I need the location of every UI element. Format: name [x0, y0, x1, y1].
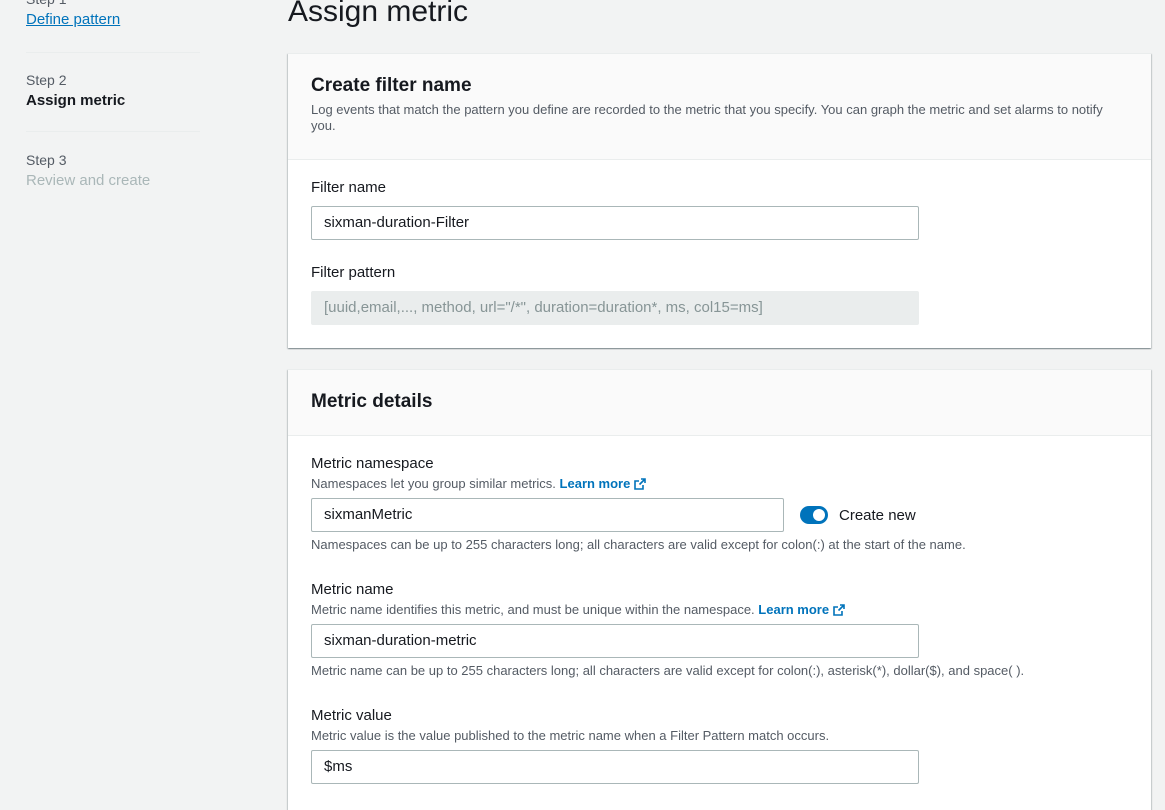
filter-name-input[interactable]: sixman-duration-Filter [311, 206, 919, 240]
namespace-input-row: sixmanMetric Create new [311, 498, 966, 532]
toggle-switch[interactable] [800, 506, 828, 524]
step-3: Step 3 Review and create [26, 151, 200, 191]
create-filter-header: Create filter name Log events that match… [288, 54, 1151, 160]
step-1: Step 1 Define pattern [26, 0, 200, 30]
step-1-link[interactable]: Define pattern [26, 10, 200, 30]
metric-name-input[interactable]: sixman-duration-metric [311, 624, 919, 658]
namespace-learn-more-link[interactable]: Learn more [560, 476, 647, 491]
metric-name-learn-more-label: Learn more [758, 602, 830, 617]
metric-namespace-input[interactable]: sixmanMetric [311, 498, 784, 532]
metric-value-description: Metric value is the value published to t… [311, 728, 830, 743]
metric-value-field: Metric value Metric value is the value p… [311, 706, 919, 784]
metric-details-title: Metric details [311, 391, 433, 412]
create-new-label: Create new [839, 506, 916, 524]
create-filter-title: Create filter name [311, 75, 472, 96]
metric-name-field: Metric name Metric name identifies this … [311, 580, 1024, 679]
metric-name-label: Metric name [311, 581, 394, 598]
filter-name-field: Filter name sixman-duration-Filter [311, 178, 919, 240]
filter-name-label: Filter name [311, 179, 387, 196]
filter-pattern-label: Filter pattern [311, 264, 396, 281]
step-divider [26, 52, 200, 53]
filter-pattern-field: Filter pattern [uuid,email,..., method, … [311, 263, 919, 325]
metric-namespace-field: Metric namespace Namespaces let you grou… [311, 454, 966, 553]
metric-details-header: Metric details [288, 370, 1151, 436]
step-1-label: Step 1 [26, 0, 200, 8]
external-link-icon [833, 604, 845, 616]
metric-namespace-hint: Namespaces can be up to 255 characters l… [311, 537, 966, 552]
metric-name-learn-more-link[interactable]: Learn more [758, 602, 845, 617]
external-link-icon [634, 478, 647, 490]
step-3-label: Step 3 [26, 152, 67, 168]
create-filter-description: Log events that match the pattern you de… [311, 102, 1103, 133]
create-filter-panel: Create filter name Log events that match… [288, 53, 1151, 348]
step-3-title: Review and create [26, 172, 151, 189]
metric-value-label: Metric value [311, 707, 392, 724]
create-new-toggle[interactable]: Create new [800, 506, 916, 524]
metric-namespace-label: Metric namespace [311, 455, 434, 472]
step-2: Step 2 Assign metric [26, 71, 200, 111]
metric-namespace-description: Namespaces let you group similar metrics… [311, 476, 966, 492]
step-2-label: Step 2 [26, 72, 67, 88]
namespace-learn-more-label: Learn more [559, 476, 631, 491]
toggle-knob [813, 509, 825, 521]
metric-value-input[interactable]: $ms [311, 750, 919, 784]
page-title: Assign metric [288, 0, 469, 28]
filter-pattern-input: [uuid,email,..., method, url="/*", durat… [311, 291, 919, 325]
metric-namespace-description-text: Namespaces let you group similar metrics… [311, 476, 556, 491]
metric-name-description-text: Metric name identifies this metric, and … [311, 602, 755, 617]
metric-details-panel: Metric details Metric namespace Namespac… [288, 369, 1151, 810]
metric-name-hint: Metric name can be up to 255 characters … [311, 663, 1025, 678]
step-divider [26, 131, 200, 132]
metric-name-description: Metric name identifies this metric, and … [311, 602, 1024, 618]
step-2-title: Assign metric [26, 92, 126, 109]
